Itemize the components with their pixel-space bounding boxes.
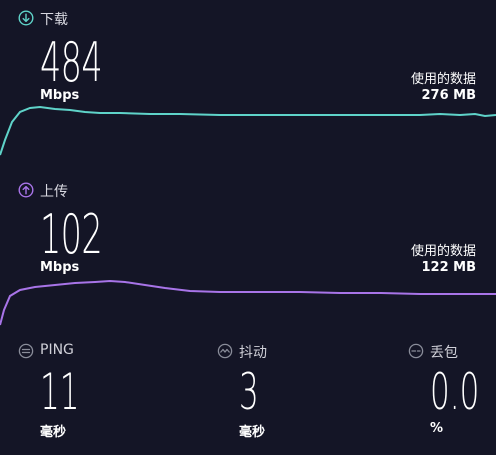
jitter-icon	[217, 343, 233, 359]
ping-icon	[18, 343, 34, 359]
download-data-used-label: 使用的数据	[410, 72, 476, 87]
packet-loss-value: 0.0	[430, 363, 480, 421]
ping-unit: 毫秒	[40, 425, 67, 440]
packet-loss-label: 丢包	[430, 345, 458, 361]
upload-speed-graph	[0, 279, 496, 326]
ping-label: PING	[40, 342, 74, 358]
packet-loss-icon	[408, 343, 424, 359]
download-speed-graph	[0, 105, 496, 156]
download-label: 下载	[40, 12, 68, 28]
upload-speed-value: 102	[40, 203, 103, 266]
download-arrow-icon	[18, 10, 34, 26]
jitter-value: 3	[239, 363, 259, 421]
jitter-unit: 毫秒	[239, 425, 266, 440]
jitter-label: 抖动	[239, 345, 267, 361]
packet-loss-unit: %	[430, 421, 444, 436]
upload-data-used-label: 使用的数据	[410, 244, 476, 259]
ping-value: 11	[40, 363, 80, 421]
upload-label: 上传	[40, 184, 68, 200]
upload-arrow-icon	[18, 182, 34, 198]
download-speed-value: 484	[40, 31, 103, 94]
